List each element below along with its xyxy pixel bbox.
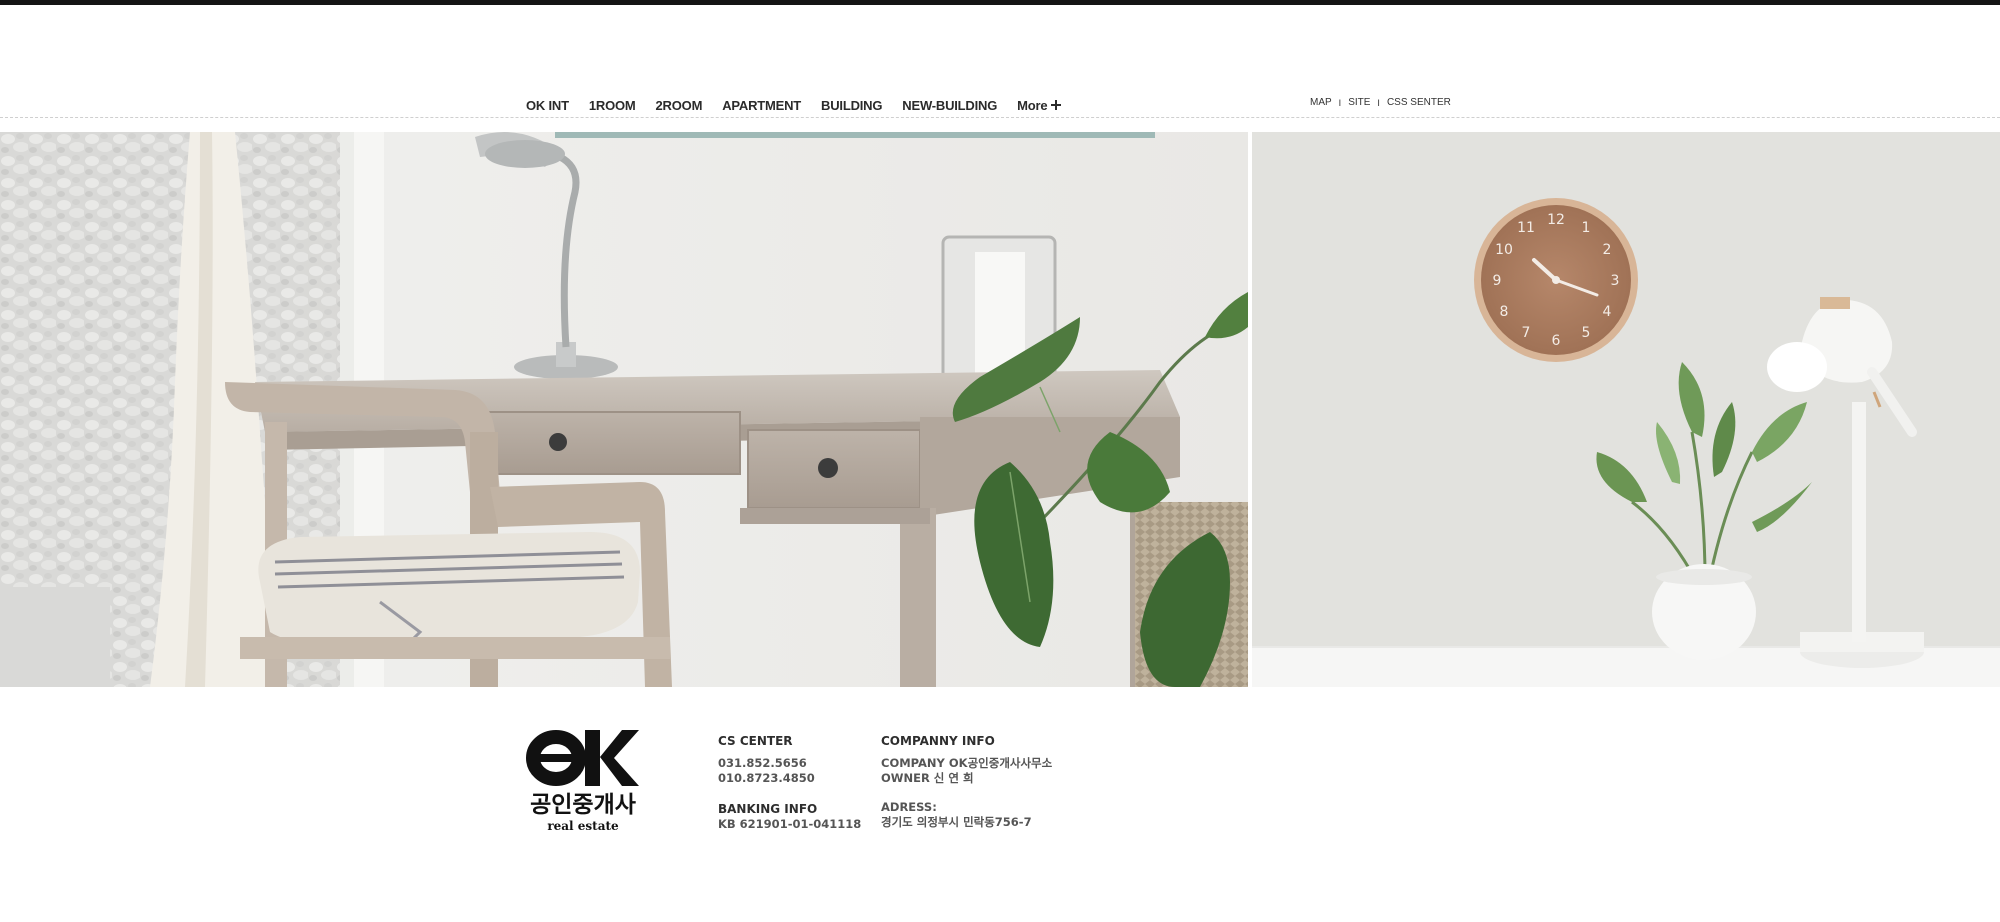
util-link-cs-center[interactable]: CSS SENTER	[1387, 97, 1451, 108]
wall-clock-icon: 12 1 2 3 4 5 6 7 8 9 10 11	[1474, 198, 1638, 362]
banking-info-title: BANKING INFO	[718, 802, 818, 816]
company-address: 경기도 의정부시 민락동756-7	[881, 815, 1032, 829]
company-info: COMPANNY INFO COMPANY OK공인중개사사무소 OWNER 신…	[881, 734, 1052, 830]
util-separator: I	[1338, 97, 1342, 108]
top-bar	[0, 0, 2000, 5]
svg-text:3: 3	[1611, 273, 1620, 289]
svg-text:10: 10	[1495, 242, 1513, 258]
nav-item-building[interactable]: BUILDING	[821, 98, 882, 113]
svg-text:6: 6	[1552, 333, 1561, 349]
svg-text:real estate: real estate	[547, 819, 619, 833]
svg-text:7: 7	[1522, 325, 1531, 341]
svg-text:1: 1	[1582, 220, 1591, 236]
svg-text:4: 4	[1603, 304, 1612, 320]
nav-item-ok-int[interactable]: OK INT	[526, 98, 569, 113]
company-info-title: COMPANNY INFO	[881, 734, 995, 748]
svg-text:9: 9	[1493, 273, 1502, 289]
nav-item-apartment[interactable]: APARTMENT	[722, 98, 801, 113]
footer: 공인중개사 real estate CS CENTER 031.852.5656…	[526, 727, 1526, 847]
nav-item-1room[interactable]: 1ROOM	[589, 98, 636, 113]
cs-center-info: CS CENTER 031.852.5656 010.8723.4850 BAN…	[718, 734, 861, 832]
nav-divider	[0, 117, 2000, 118]
cs-phone-1: 031.852.5656	[718, 756, 807, 770]
main-nav: OK INT 1ROOM 2ROOM APARTMENT BUILDING NE…	[526, 95, 1081, 115]
svg-text:2: 2	[1603, 242, 1612, 258]
svg-text:12: 12	[1547, 212, 1565, 228]
svg-text:5: 5	[1582, 325, 1591, 341]
cs-phone-2: 010.8723.4850	[718, 771, 815, 785]
hero-image-clock: 12 1 2 3 4 5 6 7 8 9 10 11	[1252, 132, 2000, 687]
svg-text:8: 8	[1500, 304, 1509, 320]
util-link-map[interactable]: MAP	[1310, 97, 1332, 108]
company-owner: OWNER 신 연 희	[881, 771, 974, 785]
nav-item-new-building[interactable]: NEW-BUILDING	[902, 98, 997, 113]
company-name: COMPANY OK공인중개사사무소	[881, 756, 1053, 770]
banking-account: KB 621901-01-041118	[718, 817, 862, 831]
hero-image-desk	[0, 132, 1248, 687]
plus-icon	[1051, 100, 1062, 110]
ok-logo: 공인중개사 real estate	[526, 727, 641, 837]
more-label: More	[1017, 97, 1048, 113]
utility-links: MAP I SITE I CSS SENTER	[1310, 97, 1451, 108]
address-title: ADRESS:	[881, 800, 937, 814]
cs-center-title: CS CENTER	[718, 734, 793, 748]
nav-item-more[interactable]: More	[1017, 97, 1062, 113]
svg-text:공인중개사: 공인중개사	[530, 792, 636, 818]
nav-item-2room[interactable]: 2ROOM	[656, 98, 703, 113]
hero-banner: 12 1 2 3 4 5 6 7 8 9 10 11	[0, 132, 2000, 687]
util-link-site[interactable]: SITE	[1348, 97, 1370, 108]
svg-text:11: 11	[1517, 220, 1535, 236]
util-separator: I	[1377, 97, 1380, 108]
